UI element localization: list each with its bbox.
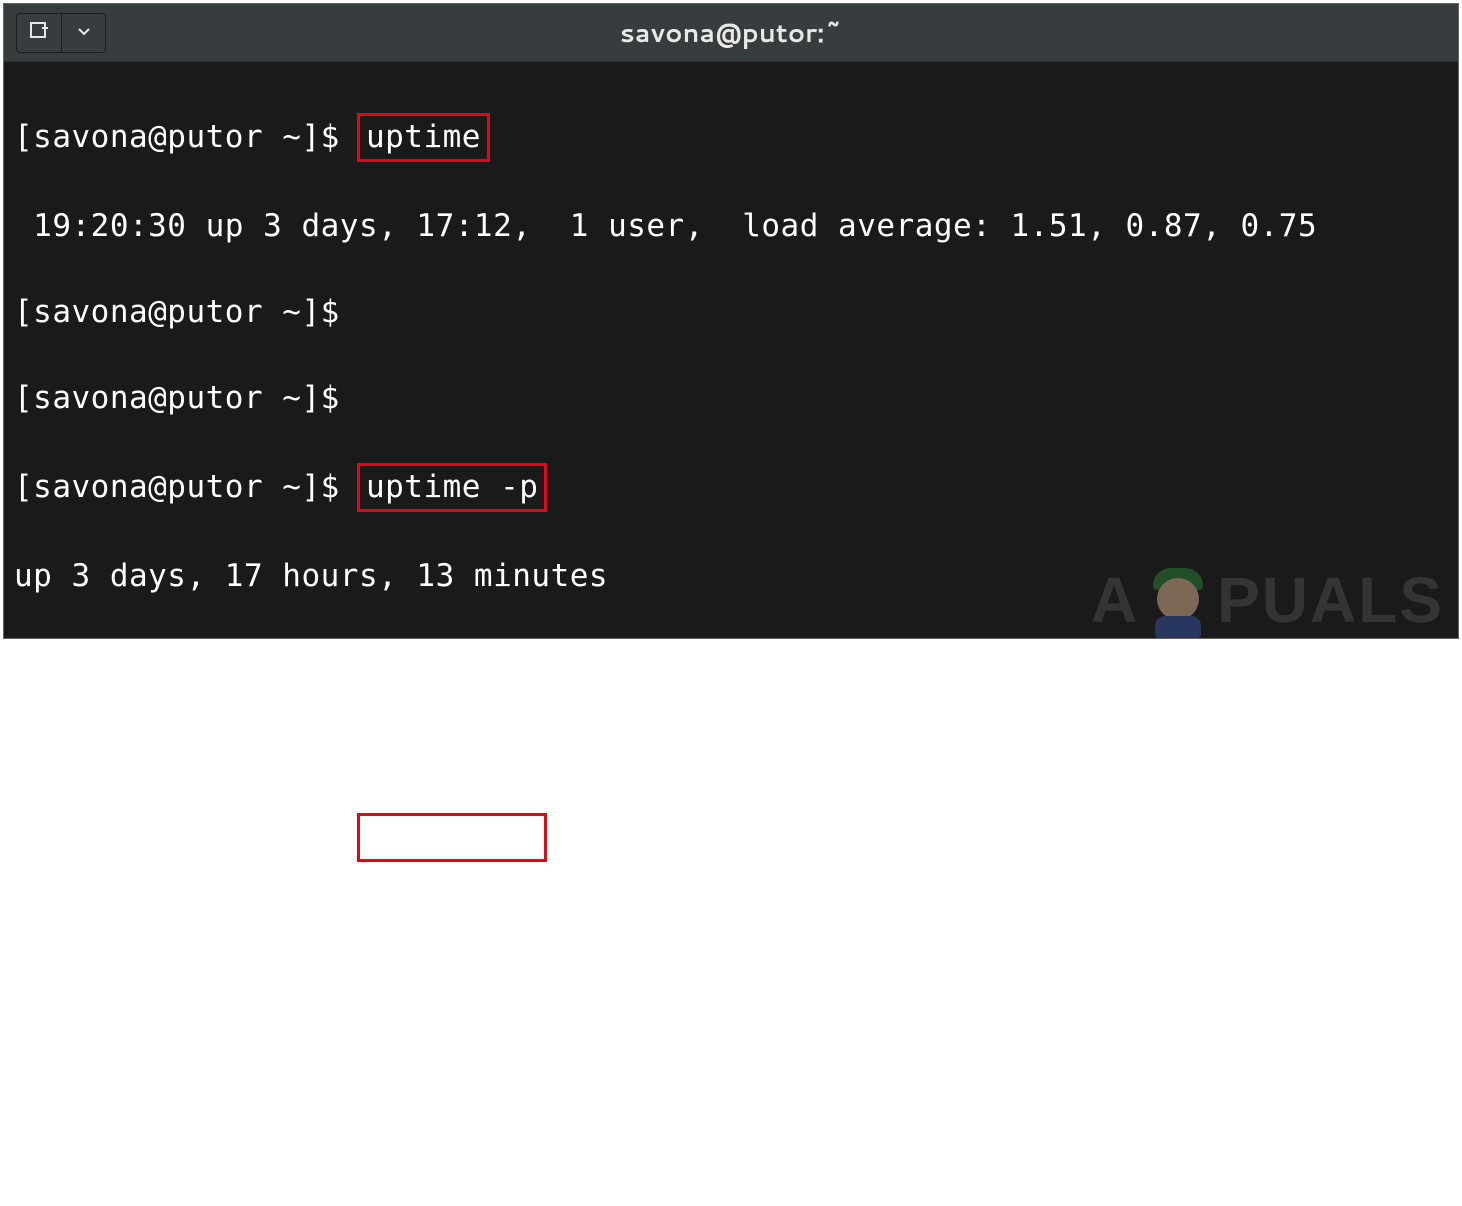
titlebar: savona@putor:~ [4, 4, 1458, 62]
titlebar-button-group [16, 13, 106, 53]
shell-prompt: [savona@putor ~]$ [14, 377, 1448, 420]
command-text: uptime -s [366, 819, 538, 855]
terminal-output[interactable]: [savona@putor ~]$ uptime 19:20:30 up 3 d… [4, 62, 1458, 638]
window-title: savona@putor:~ [4, 15, 1458, 51]
command-text: uptime [366, 119, 481, 155]
menu-dropdown-button[interactable] [61, 14, 105, 52]
command-highlight: uptime -s [357, 813, 547, 862]
output-line: 2020-06-04 02:07:31 [14, 905, 1448, 948]
shell-prompt: [savona@putor ~]$ [14, 727, 1448, 770]
output-line: 19:20:30 up 3 days, 17:12, 1 user, load … [14, 205, 1448, 248]
command-highlight: uptime [357, 113, 490, 162]
shell-prompt: [savona@putor ~]$ [14, 469, 359, 505]
shell-prompt: [savona@putor ~]$ [14, 119, 359, 155]
output-line: up 3 days, 17 hours, 13 minutes [14, 555, 1448, 598]
new-tab-button[interactable] [17, 14, 61, 52]
command-highlight: uptime -p [357, 463, 547, 512]
terminal-window: savona@putor:~ [savona@putor ~]$ uptime … [3, 3, 1459, 639]
shell-prompt: [savona@putor ~]$ [14, 819, 359, 855]
new-tab-icon [28, 20, 50, 46]
shell-prompt: [savona@putor ~]$ [14, 291, 1448, 334]
shell-prompt: [savona@putor ~]$ [14, 994, 359, 1030]
command-text: uptime -p [366, 469, 538, 505]
chevron-down-icon [76, 23, 92, 43]
shell-prompt: [savona@putor ~]$ [14, 641, 1448, 684]
cursor [367, 992, 387, 1026]
